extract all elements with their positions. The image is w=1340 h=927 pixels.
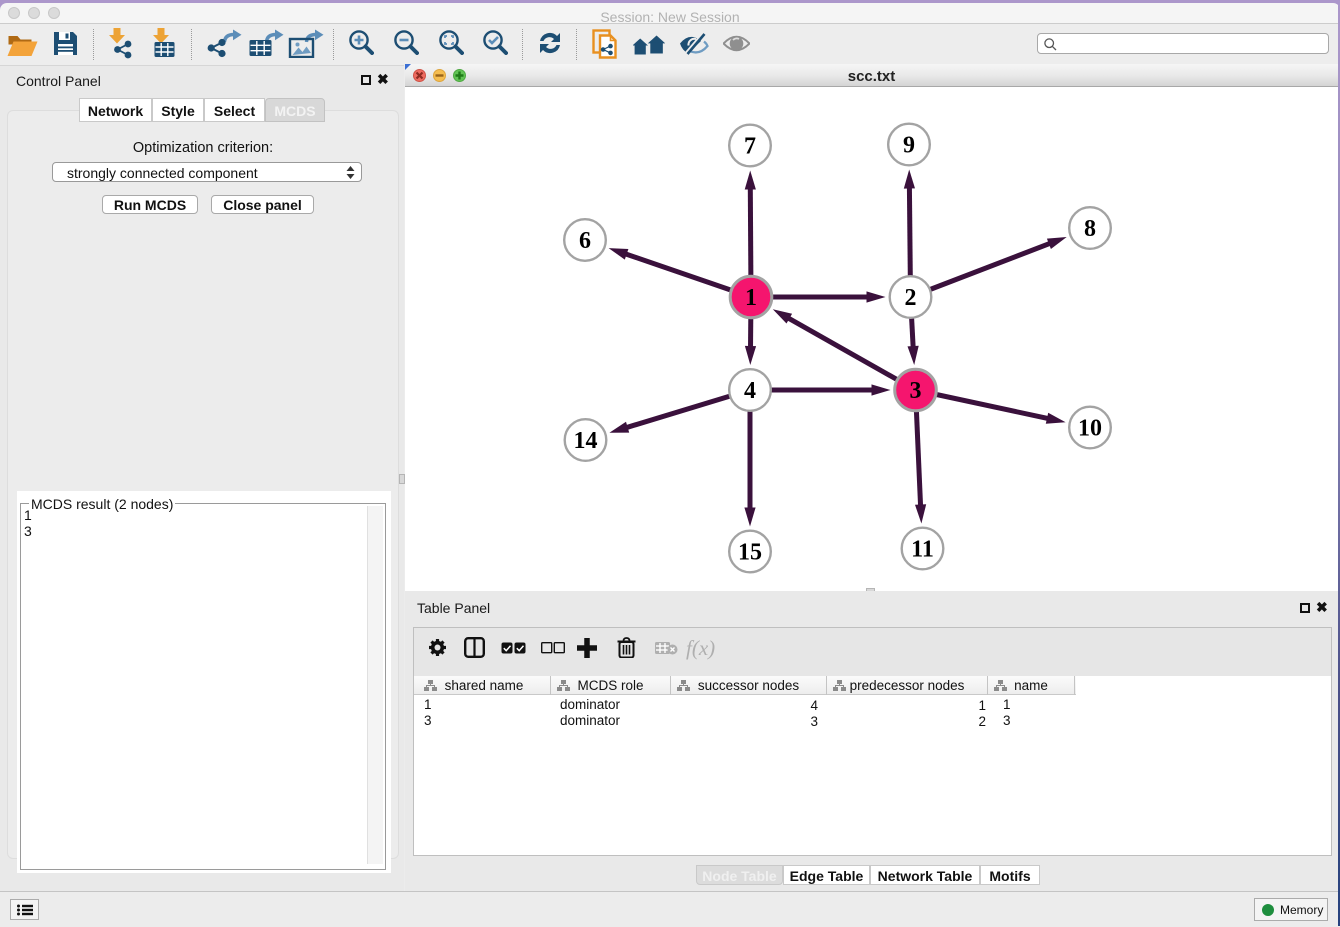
svg-text:1: 1 (745, 285, 757, 311)
svg-text:11: 11 (911, 537, 934, 563)
svg-text:2: 2 (905, 285, 917, 311)
svg-text:3: 3 (910, 378, 922, 404)
svg-text:9: 9 (903, 133, 915, 159)
svg-text:15: 15 (738, 540, 762, 566)
svg-text:4: 4 (744, 378, 756, 404)
svg-text:10: 10 (1078, 416, 1102, 442)
svg-text:8: 8 (1084, 216, 1096, 242)
svg-text:6: 6 (579, 228, 591, 254)
svg-text:14: 14 (574, 428, 598, 454)
svg-text:7: 7 (744, 134, 756, 160)
